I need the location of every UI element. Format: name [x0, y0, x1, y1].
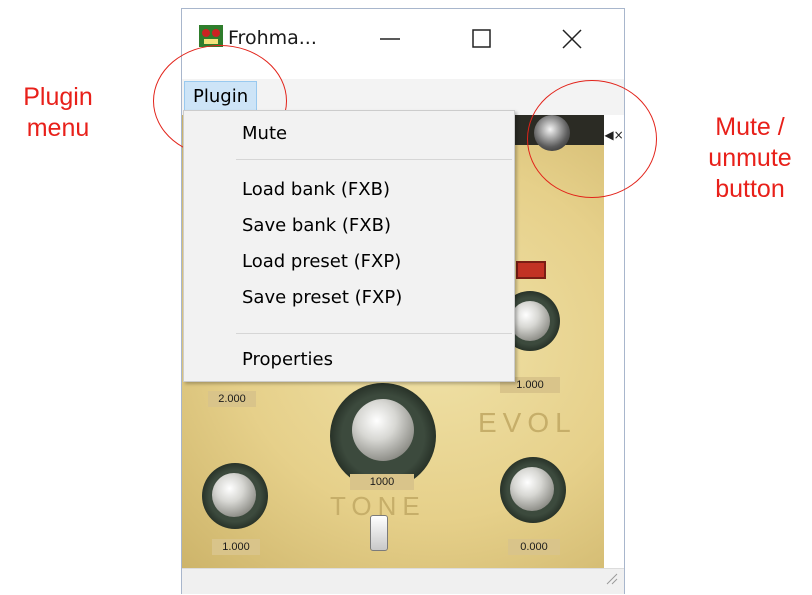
menu-item-save-bank[interactable]: Save bank (FXB) — [242, 211, 391, 241]
menu-item-mute[interactable]: Mute — [242, 119, 287, 149]
status-led — [516, 261, 546, 279]
mute-button-highlight-ring — [527, 80, 657, 198]
window-title: Frohma... — [228, 27, 317, 49]
evol-engraving: EVOL — [478, 407, 577, 438]
knob-bottom-right-cap — [510, 467, 554, 511]
plugin-menu-callout-text: Plugin menu — [23, 83, 93, 142]
readout-bottom-left: 1.000 — [212, 539, 260, 555]
knob-bottom-left-cap — [212, 473, 256, 517]
close-icon[interactable] — [552, 19, 592, 59]
plugin-dropdown-menu: Mute Load bank (FXB) Save bank (FXB) Loa… — [183, 110, 515, 382]
knob-right-top-cap — [510, 301, 550, 341]
resize-grip-icon[interactable] — [604, 571, 618, 590]
readout-center: 1000 — [350, 474, 414, 490]
status-bar — [182, 568, 624, 594]
menu-separator — [236, 333, 512, 334]
tone-slider-thumb[interactable] — [370, 515, 388, 551]
menu-separator — [236, 159, 512, 160]
menu-item-load-bank[interactable]: Load bank (FXB) — [242, 175, 390, 205]
knob-center-cap — [352, 399, 414, 461]
menu-item-save-preset[interactable]: Save preset (FXP) — [242, 283, 402, 313]
plugin-menu-callout: Plugin menu — [0, 82, 116, 144]
menu-item-properties[interactable]: Properties — [242, 345, 333, 375]
readout-top-left: 2.000 — [208, 391, 256, 407]
minimize-icon[interactable] — [370, 19, 410, 59]
maximize-icon[interactable] — [462, 19, 502, 59]
readout-bottom-right: 0.000 — [508, 539, 560, 555]
screenshot: Plugin menu Mute / unmute button Frohma.… — [0, 0, 812, 595]
mute-button-callout-text: Mute / unmute button — [708, 113, 792, 203]
mute-button-callout: Mute / unmute button — [688, 112, 812, 205]
menu-item-load-preset[interactable]: Load preset (FXP) — [242, 247, 401, 277]
